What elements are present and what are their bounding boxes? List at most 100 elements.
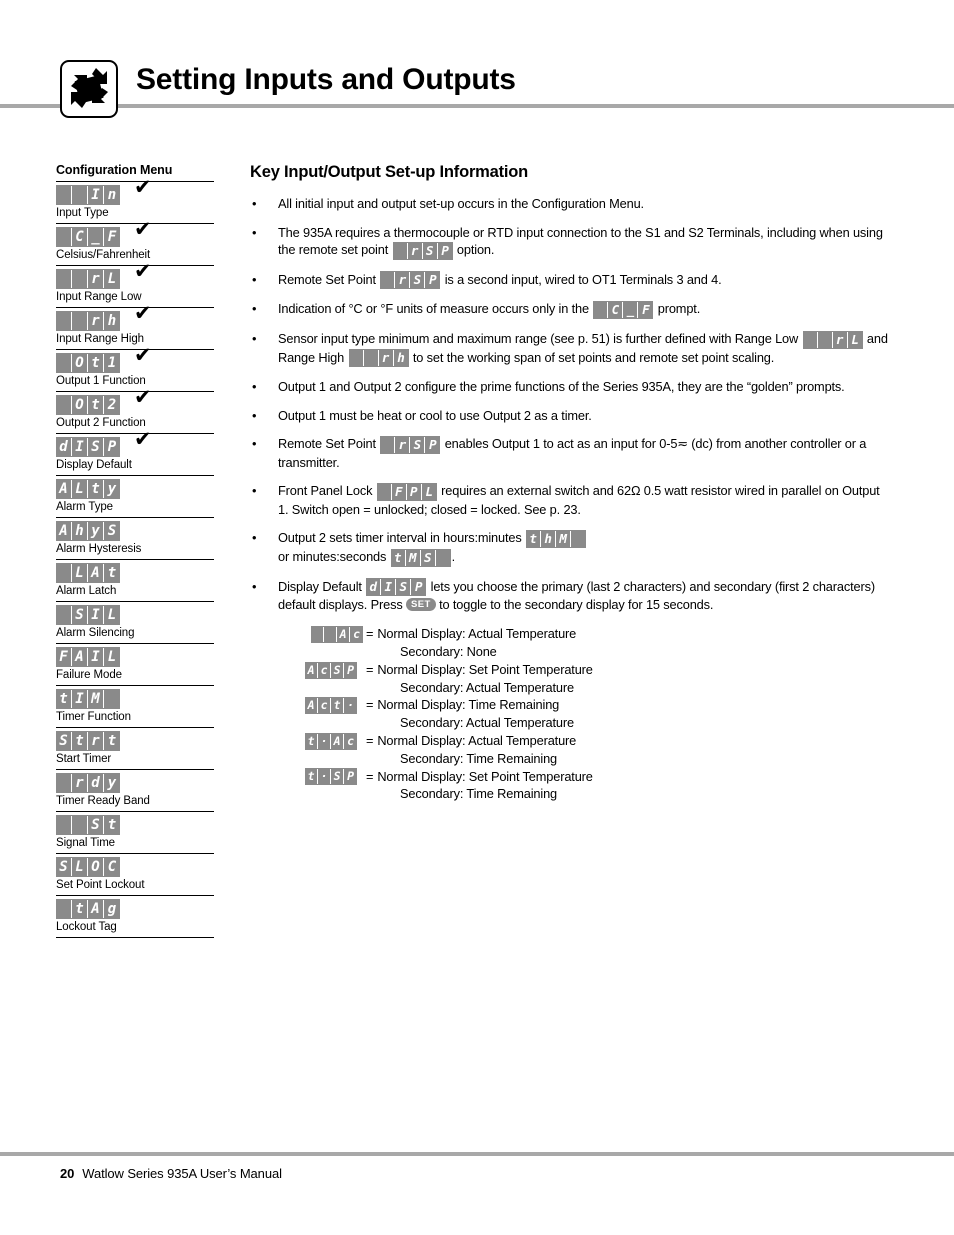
lcd-char-cell: L: [72, 480, 88, 498]
menu-lcd-chip: dISP: [56, 437, 120, 457]
inline-lcd-chip: dISP: [366, 578, 427, 597]
lcd-char-cell: F: [638, 301, 654, 318]
bullet-thermocouple-rtd: • The 935A requires a thermocouple or RTD…: [250, 224, 890, 260]
sidebar-item-list: In ✔ Input Type C _ F ✔ Celsius/Fahrenheit r L ✔…: [56, 177, 214, 938]
sidebar-item-display: C _ F ✔: [56, 219, 214, 247]
bullet-marker: •: [252, 196, 257, 211]
equals-sign: =: [366, 661, 374, 677]
display-default-chip-wrap: Ac: [305, 625, 363, 643]
menu-lcd-chip: tIM: [56, 689, 120, 709]
lcd-char-cell: S: [72, 606, 88, 624]
lcd-char-cell: [56, 396, 72, 414]
sidebar-item-display: SLOC: [56, 857, 214, 877]
sidebar-item-label: Alarm Latch: [56, 585, 117, 597]
lcd-char-cell: A: [305, 662, 318, 678]
bullet-marker: •: [252, 436, 257, 452]
lcd-char-cell: [348, 350, 364, 367]
bullet-remote-set-point-enable: • Remote Set Point rSP enables Output 1 t…: [250, 435, 890, 471]
lcd-char-cell: P: [406, 483, 422, 500]
inline-lcd-chip: FPL: [376, 482, 437, 501]
menu-lcd-chip: FAIL: [56, 647, 120, 667]
sidebar-item-timer-function[interactable]: tIM Timer Function: [56, 685, 214, 727]
bullet-text: Remote Set Point rSP enables Output 1 to…: [278, 435, 867, 470]
display-default-chip-wrap: t · S P: [305, 767, 363, 786]
lcd-char-cell: t: [331, 698, 344, 714]
sidebar-item-alarm-silencing[interactable]: S I L Alarm Silencing: [56, 601, 214, 643]
lcd-char-cell: ·: [344, 698, 357, 714]
lcd-char-cell: A: [305, 698, 318, 714]
equals-sign: =: [366, 626, 374, 642]
lcd-char-cell: [392, 242, 408, 259]
lcd-char-cell: [802, 331, 818, 348]
footer-divider: [0, 1152, 954, 1156]
sidebar-item-set-point-lockout[interactable]: S L O C Set Point Lockout: [56, 853, 214, 895]
sidebar-item-lockout-tag[interactable]: t Ag Lockout Tag: [56, 895, 214, 938]
menu-lcd-chip: LAt: [56, 563, 120, 583]
lcd-char-cell: t: [305, 769, 318, 785]
sidebar-item-display: Ot 1 ✔: [56, 345, 214, 373]
lcd-char-cell: [376, 483, 392, 500]
lcd-char-cell: d: [366, 579, 382, 596]
display-default-secondary-text: Secondary: None: [400, 643, 497, 659]
bullet-list: • All initial input and output set-up occ…: [250, 195, 890, 803]
bullet-timer-interval: • Output 2 sets timer interval in hours:m…: [250, 529, 890, 567]
display-default-primary-text: Normal Display: Time Remaining: [377, 697, 560, 713]
lcd-char-cell: h: [541, 531, 557, 547]
bullet-marker: •: [252, 379, 257, 395]
display-default-options: Ac = Normal Display: Actual Temperature Sec…: [305, 625, 890, 803]
lcd-char-cell: r: [88, 732, 104, 750]
sidebar-item-start-timer[interactable]: St r t Start Timer: [56, 727, 214, 769]
lcd-char-cell: S: [420, 549, 436, 566]
display-default-secondary-text: Secondary: Actual Temperature: [400, 715, 574, 731]
lcd-char-cell: r: [88, 312, 104, 330]
lcd-char-cell: S: [396, 579, 412, 596]
sidebar-item-label: Alarm Type: [56, 501, 113, 513]
lcd-char-cell: r: [832, 331, 848, 348]
display-default-primary: t · Ac = Normal Display: Actual Temperature: [305, 732, 890, 750]
sidebar-item-display: St: [56, 815, 214, 835]
set-key-button[interactable]: SET: [406, 598, 436, 612]
sidebar-item-alarm-latch[interactable]: L At Alarm Latch: [56, 559, 214, 601]
display-default-option: Ac S P = Normal Display: Set Point Temperatu…: [305, 660, 890, 696]
display-default-lcd-chip: Ac: [311, 625, 363, 643]
bullet-text: Output 1 must be heat or cool to use Out…: [278, 407, 592, 423]
checkmark-icon: ✔: [134, 217, 152, 241]
sidebar-item-signal-time[interactable]: St Signal Time: [56, 811, 214, 853]
lcd-char-cell: _: [88, 228, 104, 246]
sidebar-item-label: Lockout Tag: [56, 921, 117, 933]
lcd-char-cell: r: [407, 242, 423, 259]
lcd-char-cell: F: [391, 483, 407, 500]
bullet-marker: •: [252, 330, 257, 346]
lcd-char-cell: [56, 564, 72, 582]
sidebar-item-alarm-hysteresis[interactable]: Ah y S Alarm Hysteresis: [56, 517, 214, 559]
lcd-char-cell: d: [56, 438, 72, 456]
lcd-char-cell: g: [104, 900, 120, 918]
lcd-char-cell: y: [104, 774, 120, 792]
menu-lcd-chip: rdy: [56, 773, 120, 793]
display-default-secondary-text: Secondary: Time Remaining: [400, 786, 557, 802]
lcd-char-cell: t: [104, 816, 120, 834]
inline-lcd-chip: rh: [348, 349, 409, 368]
sidebar-item-display-default[interactable]: d I S P ✔ Display Default: [56, 429, 214, 475]
lcd-char-cell: [56, 816, 72, 834]
display-default-option: Ac = Normal Display: Actual Temperature Sec…: [305, 625, 890, 661]
lcd-char-cell: L: [72, 564, 88, 582]
menu-lcd-chip: St: [56, 815, 120, 835]
lcd-char-cell: P: [344, 769, 357, 785]
sidebar-item-alarm-type[interactable]: A Lt y Alarm Type: [56, 475, 214, 517]
lcd-char-cell: L: [104, 270, 120, 288]
lcd-char-cell: S: [104, 522, 120, 540]
lcd-char-cell: h: [72, 522, 88, 540]
lcd-char-cell: h: [104, 312, 120, 330]
bullet-display-default: • Display Default dISP lets you choose th…: [250, 578, 890, 614]
lcd-char-cell: _: [623, 301, 639, 318]
lcd-char-cell: t: [88, 354, 104, 372]
menu-lcd-chip: SIL: [56, 605, 120, 625]
sidebar-item-timer-ready-band[interactable]: r d y Timer Ready Band: [56, 769, 214, 811]
sidebar-item-failure-mode[interactable]: F A I L Failure Mode: [56, 643, 214, 685]
display-default-option: Ac t · = Normal Display: Time Remaining Secon…: [305, 696, 890, 732]
lcd-char-cell: S: [410, 436, 426, 453]
menu-lcd-chip: Strt: [56, 731, 120, 751]
lcd-char-cell: M: [556, 531, 572, 547]
sidebar-item-display: tAg: [56, 899, 214, 919]
